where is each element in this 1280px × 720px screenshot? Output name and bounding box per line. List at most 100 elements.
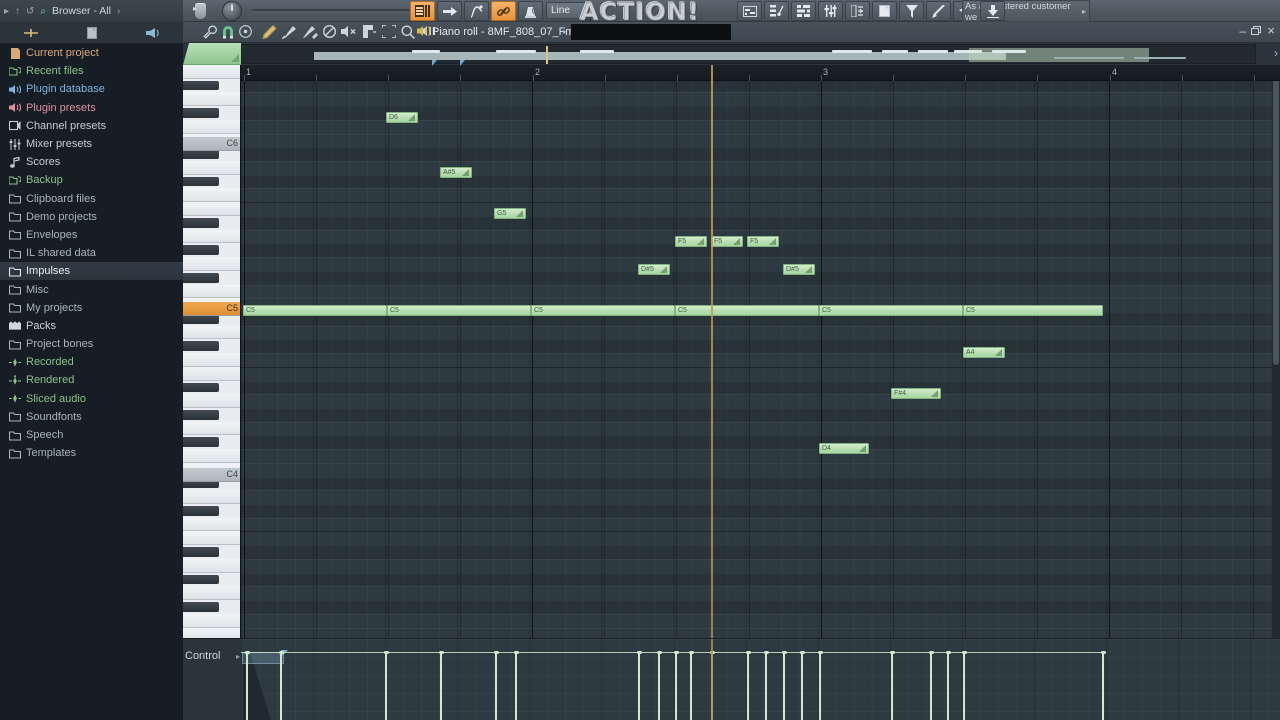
browser-undo-icon[interactable]: ↺ bbox=[26, 6, 34, 17]
piano-black-key[interactable] bbox=[183, 245, 219, 256]
browser-item-templates[interactable]: Templates bbox=[0, 444, 183, 462]
velocity-bar[interactable] bbox=[765, 652, 767, 720]
paint-multi-icon[interactable] bbox=[302, 25, 318, 42]
browser-menu-arrow-icon[interactable]: › bbox=[117, 6, 120, 17]
browser-item-clipboard-files[interactable]: Clipboard files bbox=[0, 190, 183, 208]
piano-roll-note[interactable]: C5 bbox=[819, 305, 963, 316]
window-maximize-button[interactable] bbox=[1251, 25, 1261, 37]
window-minimize-button[interactable]: – bbox=[1239, 25, 1246, 37]
value-readout-field[interactable]: Line bbox=[546, 2, 592, 19]
velocity-bar[interactable] bbox=[963, 652, 965, 720]
piano-black-key[interactable] bbox=[183, 437, 219, 448]
browser-item-my-projects[interactable]: My projects bbox=[0, 299, 183, 317]
velocity-bar[interactable] bbox=[930, 652, 932, 720]
piano-roll-note[interactable]: C5 bbox=[243, 305, 387, 316]
piano-black-key[interactable] bbox=[183, 272, 219, 283]
mute-tool-icon[interactable] bbox=[341, 25, 357, 41]
browser-item-soundfonts[interactable]: Soundfonts bbox=[0, 408, 183, 426]
target-icon[interactable] bbox=[239, 25, 252, 41]
velocity-bar[interactable] bbox=[675, 652, 677, 720]
browser-item-current-project[interactable]: Current project bbox=[0, 44, 183, 62]
vertical-scrollbar[interactable] bbox=[1272, 65, 1280, 638]
piano-black-key[interactable] bbox=[183, 108, 219, 118]
channel-rack-button[interactable] bbox=[791, 1, 816, 21]
browser-item-backup[interactable]: Backup bbox=[0, 171, 183, 189]
control-menu-arrow-icon[interactable]: ▸ bbox=[236, 652, 240, 661]
browser-item-scores[interactable]: Scores bbox=[0, 153, 183, 171]
playhead[interactable] bbox=[711, 65, 713, 638]
velocity-handle[interactable] bbox=[1101, 651, 1106, 654]
select-tool-icon[interactable] bbox=[381, 24, 397, 41]
wrench-icon[interactable] bbox=[203, 25, 217, 42]
piano-roll-note[interactable]: F5 bbox=[711, 236, 743, 247]
piano-white-key[interactable] bbox=[183, 92, 240, 107]
piano-key-C4[interactable]: C4 bbox=[183, 468, 240, 482]
piano-roll-title-menu-arrow[interactable]: ▸ bbox=[563, 27, 567, 36]
piano-white-key[interactable] bbox=[183, 119, 240, 134]
playlist-button[interactable] bbox=[737, 1, 762, 21]
velocity-handle[interactable] bbox=[946, 651, 951, 654]
piano-keyboard[interactable]: C6 C5 C4 bbox=[183, 65, 241, 638]
velocity-bar[interactable] bbox=[246, 652, 248, 720]
overview-range-fill[interactable] bbox=[314, 52, 1006, 60]
velocity-handle[interactable] bbox=[514, 651, 519, 654]
browser-item-packs[interactable]: Packs bbox=[0, 317, 183, 335]
piano-roll-note[interactable]: F5 bbox=[747, 236, 779, 247]
download-button[interactable] bbox=[980, 1, 1005, 21]
browser-item-plugin-database[interactable]: Plugin database bbox=[0, 80, 183, 98]
piano-white-key[interactable] bbox=[183, 229, 240, 244]
velocity-handle[interactable] bbox=[494, 651, 499, 654]
browser-button[interactable] bbox=[845, 1, 870, 21]
piano-roll-note[interactable]: F5 bbox=[675, 236, 707, 247]
piano-roll-note[interactable]: A4 bbox=[963, 347, 1005, 358]
piano-roll-note[interactable]: G5 bbox=[494, 208, 526, 219]
velocity-bar[interactable] bbox=[819, 652, 821, 720]
browser-add-button[interactable] bbox=[0, 22, 61, 44]
browser-item-misc[interactable]: Misc bbox=[0, 280, 183, 298]
browser-item-impulses[interactable]: Impulses bbox=[0, 262, 183, 281]
velocity-handle[interactable] bbox=[637, 651, 642, 654]
piano-roll-button[interactable] bbox=[764, 1, 789, 21]
piano-black-key[interactable] bbox=[183, 176, 219, 187]
browser-item-plugin-presets[interactable]: Plugin presets bbox=[0, 99, 183, 117]
vertical-scrollbar-thumb[interactable] bbox=[1273, 65, 1279, 365]
velocity-handle[interactable] bbox=[674, 651, 679, 654]
piano-white-key[interactable] bbox=[183, 490, 240, 505]
piano-white-key[interactable] bbox=[183, 353, 240, 367]
pr-expand-arrow-icon[interactable]: ▸ bbox=[193, 4, 197, 13]
piano-roll-note[interactable]: A#5 bbox=[440, 167, 472, 178]
velocity-bar[interactable] bbox=[515, 652, 517, 720]
delete-tool-icon[interactable] bbox=[322, 24, 337, 41]
loop-range-marker[interactable] bbox=[460, 60, 465, 66]
browser-item-speech[interactable]: Speech bbox=[0, 426, 183, 444]
velocity-handle[interactable] bbox=[782, 651, 787, 654]
piano-roll-note[interactable]: C5 bbox=[675, 305, 819, 316]
arrow-tool-button[interactable] bbox=[437, 1, 462, 21]
note-grid[interactable]: D6 A#5 G5 F5 F5 F5 D#5 D#5 C5 C5 C5 C5 C5 C5 A4 F#4 D4 bbox=[241, 65, 1280, 638]
browser-item-project-bones[interactable]: Project bones bbox=[0, 335, 183, 353]
piano-white-key[interactable] bbox=[183, 366, 240, 381]
velocity-bar[interactable] bbox=[1102, 652, 1104, 720]
velocity-bar[interactable] bbox=[658, 652, 660, 720]
piano-white-key[interactable] bbox=[183, 531, 240, 546]
velocity-handle[interactable] bbox=[800, 651, 805, 654]
piano-white-key[interactable] bbox=[183, 613, 240, 628]
velocity-bar[interactable] bbox=[891, 652, 893, 720]
piano-roll-note[interactable]: C5 bbox=[963, 305, 1103, 316]
piano-white-key[interactable] bbox=[183, 627, 240, 638]
browser-item-demo-projects[interactable]: Demo projects bbox=[0, 208, 183, 226]
velocity-panel[interactable] bbox=[241, 638, 1280, 720]
window-close-button[interactable]: × bbox=[1267, 24, 1275, 37]
zoom-tool-icon[interactable] bbox=[401, 25, 416, 42]
velocity-handle[interactable] bbox=[439, 651, 444, 654]
piano-black-key[interactable] bbox=[183, 80, 219, 91]
plugin-picker-button[interactable] bbox=[872, 1, 897, 21]
paint-tool-icon[interactable] bbox=[281, 25, 297, 42]
browser-up-arrow-icon[interactable]: ↑ bbox=[15, 6, 20, 17]
browser-item-recorded[interactable]: Recorded bbox=[0, 353, 183, 371]
browser-search-icon[interactable]: ⌕ bbox=[40, 6, 46, 17]
velocity-bar[interactable] bbox=[385, 652, 387, 720]
velocity-bar[interactable] bbox=[495, 652, 497, 720]
piano-roll-note[interactable]: C5 bbox=[387, 305, 531, 316]
piano-black-key[interactable] bbox=[183, 382, 219, 393]
